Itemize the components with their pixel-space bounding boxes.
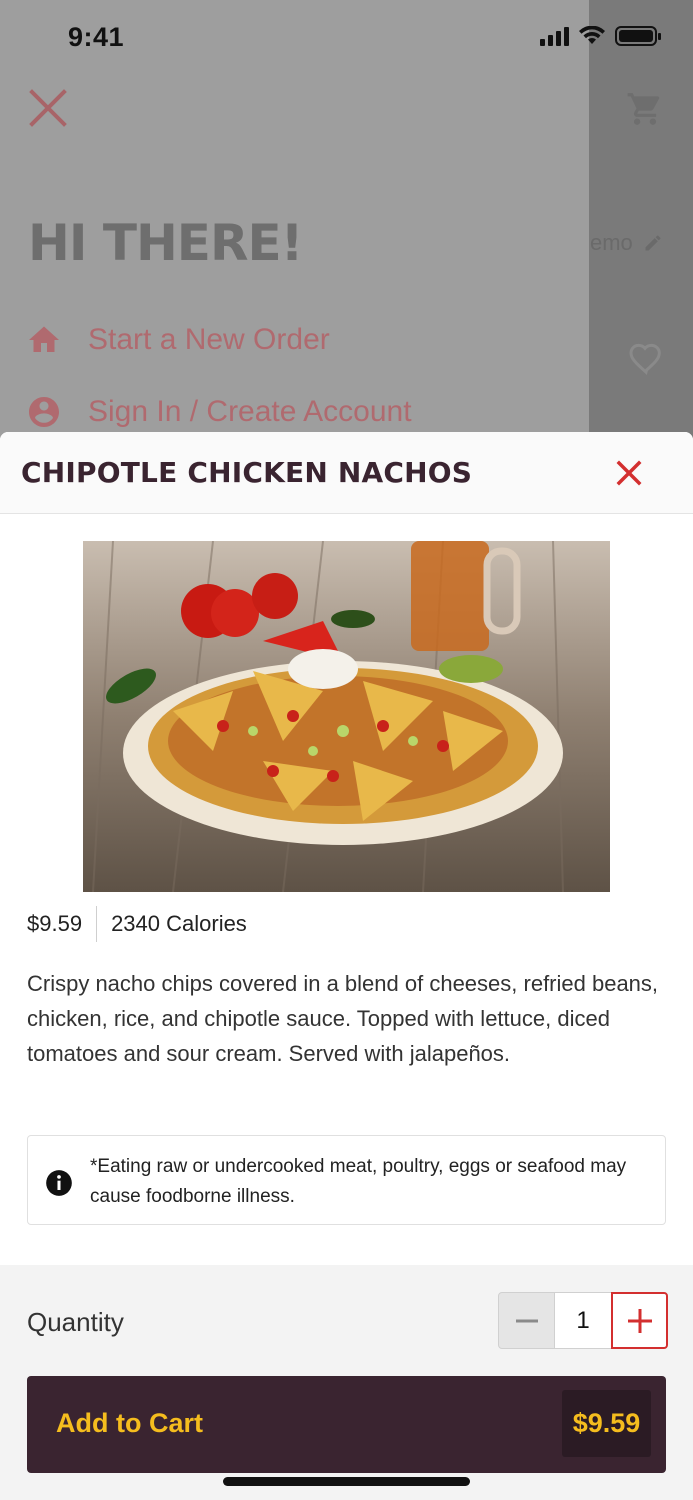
home-icon xyxy=(29,326,59,352)
drawer-item-label: Start a New Order xyxy=(88,323,330,356)
drawer-item-new-order[interactable]: Start a New Order xyxy=(26,322,330,358)
price-calories-row: $9.59 2340 Calories xyxy=(27,906,247,942)
add-to-cart-label: Add to Cart xyxy=(56,1408,203,1438)
item-photo xyxy=(83,541,610,892)
divider xyxy=(96,906,98,942)
drawer-item-sign-in[interactable]: Sign In / Create Account xyxy=(26,394,412,430)
increment-button[interactable] xyxy=(611,1292,668,1349)
item-calories: 2340 Calories xyxy=(111,911,247,936)
status-time: 9:41 xyxy=(68,22,125,52)
wifi-icon xyxy=(579,26,605,44)
plus-icon xyxy=(627,1308,652,1333)
cellular-signal-icon xyxy=(540,26,569,46)
quantity-footer: Quantity 1 Add to Cart $9.59 xyxy=(0,1265,693,1500)
add-to-cart-button[interactable]: Add to Cart $9.59 xyxy=(27,1376,666,1473)
pencil-icon xyxy=(645,235,661,251)
item-title: CHIPOTLE CHICKEN NACHOS xyxy=(21,456,473,489)
home-indicator xyxy=(223,1477,470,1486)
quantity-label: Quantity xyxy=(27,1307,124,1337)
item-price: $9.59 xyxy=(27,911,83,936)
sheet-header: CHIPOTLE CHICKEN NACHOS xyxy=(0,432,693,514)
drawer-greeting: HI THERE! xyxy=(28,214,303,272)
cart-icon[interactable] xyxy=(626,90,664,128)
minus-icon xyxy=(515,1319,538,1322)
account-circle-icon xyxy=(29,397,59,427)
item-detail-sheet: CHIPOTLE CHICKEN NACHOS $9.59 2340 Calor… xyxy=(0,432,693,1500)
add-to-cart-price: $9.59 xyxy=(562,1390,651,1457)
info-icon xyxy=(46,1170,72,1196)
quantity-value[interactable]: 1 xyxy=(555,1292,611,1349)
nachos-illustration xyxy=(83,541,610,892)
decrement-button[interactable] xyxy=(498,1292,555,1349)
close-icon[interactable] xyxy=(612,456,646,490)
drawer-close-icon[interactable] xyxy=(28,88,68,128)
notice-text: *Eating raw or undercooked meat, poultry… xyxy=(90,1156,627,1207)
status-bar: 9:41 xyxy=(0,0,693,76)
quantity-stepper: 1 xyxy=(498,1292,668,1349)
food-safety-notice: *Eating raw or undercooked meat, poultry… xyxy=(27,1135,666,1225)
memo-edit[interactable]: emo xyxy=(590,230,663,256)
battery-icon xyxy=(615,26,661,46)
status-icons xyxy=(540,26,661,46)
drawer-item-label: Sign In / Create Account xyxy=(88,395,412,428)
memo-text: emo xyxy=(590,230,633,255)
heart-icon[interactable] xyxy=(626,338,666,378)
item-description: Crispy nacho chips covered in a blend of… xyxy=(27,971,659,1066)
